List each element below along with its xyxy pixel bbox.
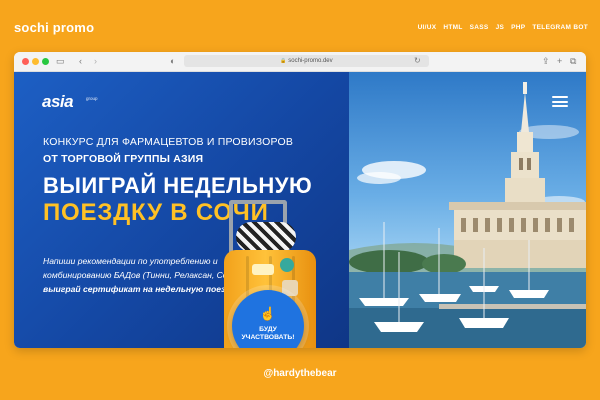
tag: HTML	[443, 24, 463, 31]
tag: SASS	[469, 24, 489, 31]
address-bar[interactable]: 🔒 sochi-promo.dev	[184, 55, 429, 67]
tag: TELEGRAM BOT	[532, 24, 588, 31]
promo-panel: asia group КОНКУРС ДЛЯ ФАРМАЦЕВТОВ И ПРО…	[14, 72, 349, 348]
url-text: sochi-promo.dev	[288, 58, 333, 64]
asia-logo: asia group	[42, 92, 98, 111]
headline-line-1: ВЫИГРАЙ НЕДЕЛЬНУЮ	[43, 173, 313, 198]
description-regular: Напиши рекомендации по употреблению и ко…	[43, 256, 254, 280]
sidebar-icon[interactable]: ▭	[56, 55, 65, 67]
subtitle-line-1: КОНКУРС ДЛЯ ФАРМАЦЕВТОВ И ПРОВИЗОРОВ	[43, 136, 294, 148]
tap-hand-icon: ☝	[259, 306, 277, 321]
browser-toolbar: ▭ ‹ › ◐ 🔒 sochi-promo.dev ↻ ⇪ + ⧉	[14, 52, 586, 72]
reload-icon[interactable]: ↻	[414, 55, 421, 67]
new-tab-icon[interactable]: +	[557, 55, 562, 67]
back-icon[interactable]: ‹	[79, 55, 82, 67]
tabs-icon[interactable]: ⧉	[570, 55, 576, 67]
landing-page: asia group КОНКУРС ДЛЯ ФАРМАЦЕВТОВ И ПРО…	[14, 72, 586, 348]
tag: JS	[495, 24, 505, 31]
menu-icon[interactable]	[552, 96, 568, 107]
close-window-button[interactable]	[22, 58, 29, 65]
minimize-window-button[interactable]	[32, 58, 39, 65]
participate-button-label: БУДУ УЧАСТВОВАТЬ!	[241, 326, 295, 341]
forward-icon[interactable]: ›	[94, 55, 97, 67]
tag: PHP	[511, 24, 526, 31]
sochi-photo	[349, 72, 586, 348]
lock-icon: 🔒	[280, 58, 287, 64]
author-credit: @hardythebear	[263, 368, 337, 379]
browser-window: ▭ ‹ › ◐ 🔒 sochi-promo.dev ↻ ⇪ + ⧉ asia g…	[14, 52, 586, 348]
sochi-port-illustration	[349, 82, 586, 348]
tech-tags: UI/UX HTML SASS JS PHP TELEGRAM BOT	[418, 24, 588, 31]
brand-title: sochi promo	[14, 20, 95, 35]
share-icon[interactable]: ⇪	[542, 55, 550, 67]
subtitle-line-2: ОТ ТОРГОВОЙ ГРУППЫ АЗИЯ	[43, 153, 204, 165]
maximize-window-button[interactable]	[42, 58, 49, 65]
travel-pillow	[236, 222, 296, 252]
shield-icon[interactable]: ◐	[170, 55, 175, 67]
tag: UI/UX	[417, 24, 437, 31]
